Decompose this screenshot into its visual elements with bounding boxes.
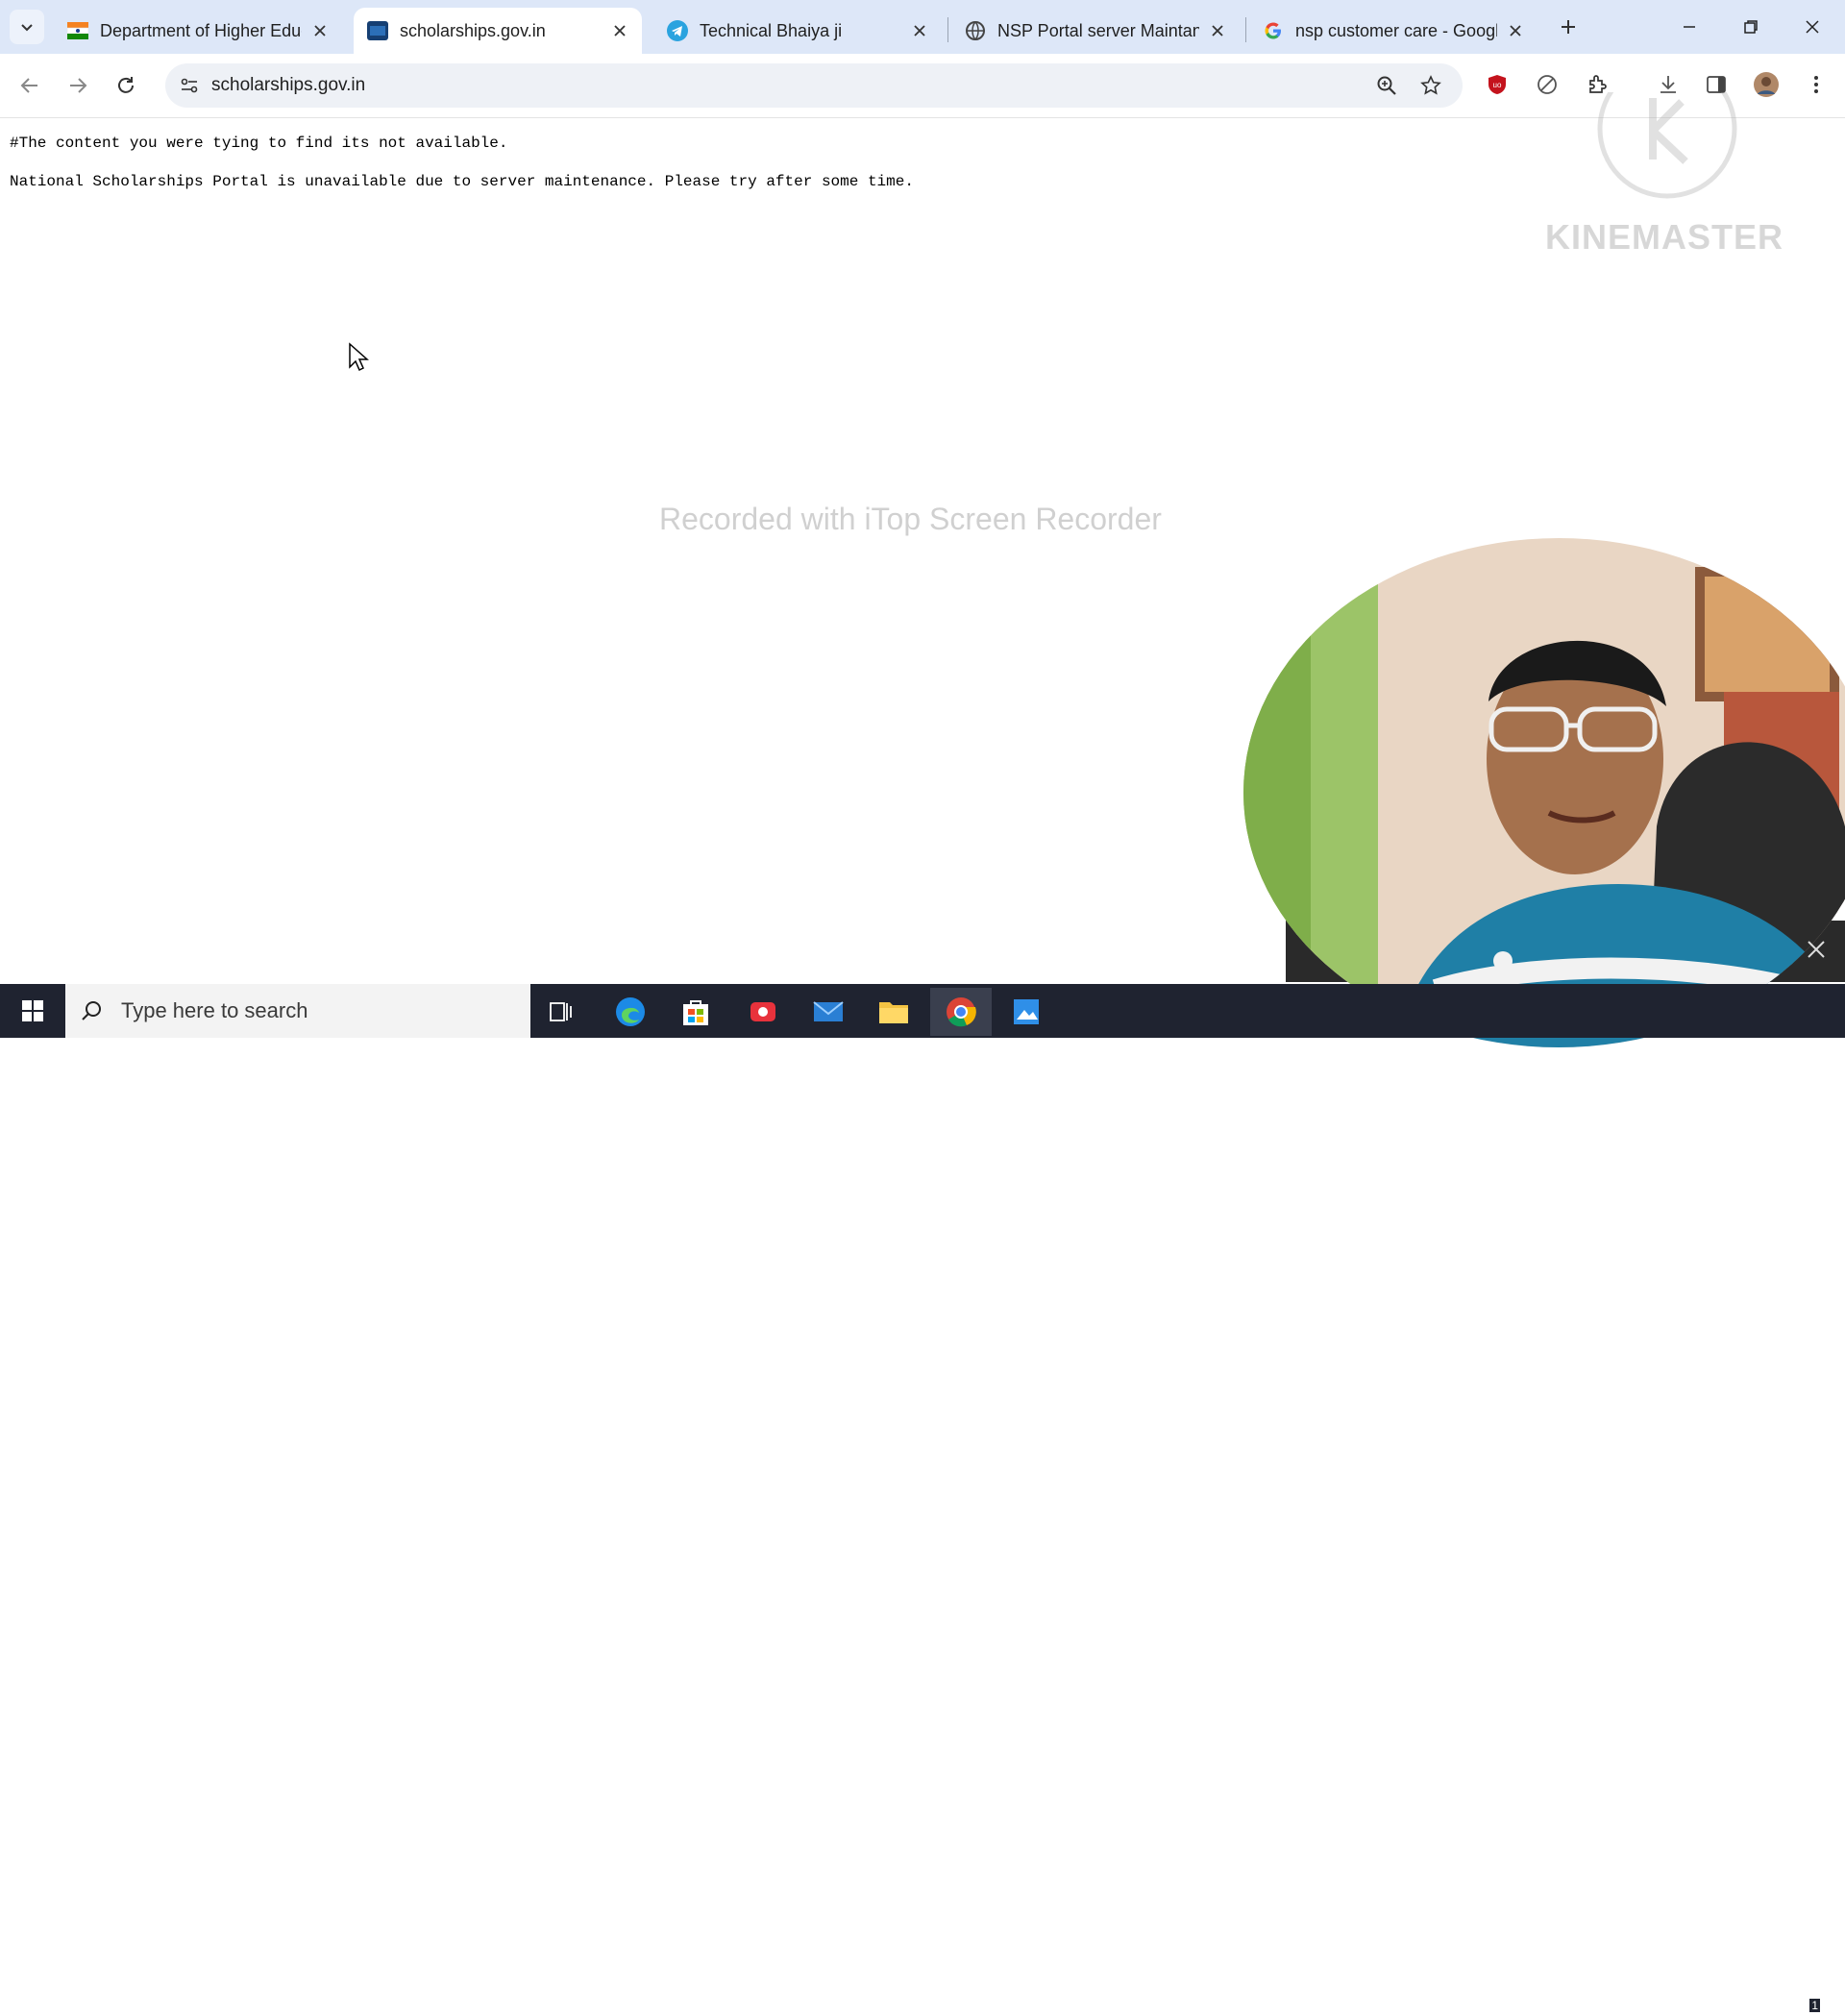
- tab-nsp-customer-care[interactable]: nsp customer care - Google: [1249, 8, 1538, 54]
- tab-strip: Department of Higher Educa scholarships.…: [0, 0, 1845, 54]
- recorder-watermark: Recorded with iTop Screen Recorder: [659, 502, 1162, 536]
- url-text[interactable]: scholarships.gov.in: [211, 75, 365, 96]
- reload-button[interactable]: [108, 67, 144, 104]
- minimize-button[interactable]: [1662, 8, 1716, 46]
- notification-center-button[interactable]: 1: [1787, 1978, 1826, 2016]
- webcam-feed-image: [1243, 538, 1845, 1047]
- search-icon: [82, 1001, 101, 1020]
- tab-divider: [1245, 17, 1246, 42]
- close-tab-icon[interactable]: [609, 20, 630, 41]
- language-indicator[interactable]: IN: [1643, 1997, 1657, 2012]
- start-button[interactable]: [8, 984, 58, 1038]
- photos-app[interactable]: [996, 988, 1057, 1036]
- telegram-icon: [667, 20, 688, 41]
- nsp-icon: [367, 21, 388, 40]
- tab-nsp-maintenance[interactable]: NSP Portal server Maintanan: [951, 8, 1240, 54]
- tab-higher-education[interactable]: Department of Higher Educa: [54, 8, 342, 54]
- chevron-down-icon: [21, 24, 33, 32]
- windows-logo-icon: [22, 1000, 43, 1021]
- close-window-button[interactable]: [1785, 8, 1839, 46]
- new-tab-button[interactable]: [1553, 12, 1584, 42]
- edge-app[interactable]: [600, 988, 661, 1036]
- close-tab-icon[interactable]: [1207, 20, 1228, 41]
- close-icon: [1806, 20, 1819, 34]
- tab-title: scholarships.gov.in: [400, 20, 546, 40]
- bookmark-star-icon[interactable]: [1416, 71, 1445, 100]
- recorder-icon: [750, 1002, 775, 1021]
- arrow-left-icon: [20, 78, 37, 93]
- photos-icon: [1014, 999, 1039, 1024]
- not-available-message: #The content you were tying to find its …: [10, 135, 508, 152]
- site-settings-icon[interactable]: [175, 71, 204, 100]
- webcam-overlay: [1243, 538, 1845, 1047]
- plus-icon: [1562, 20, 1575, 34]
- store-app[interactable]: [665, 988, 726, 1036]
- tab-technical-bhaiya[interactable]: Technical Bhaiya ji: [653, 8, 942, 54]
- task-view-button[interactable]: [530, 988, 592, 1036]
- clock-date: 08-05-2024: [1700, 1991, 1774, 2007]
- chrome-icon: [947, 997, 976, 1027]
- reload-icon: [118, 77, 134, 93]
- tab-title: Technical Bhaiya ji: [700, 20, 843, 40]
- tab-search-button[interactable]: [10, 10, 44, 44]
- minimize-icon: [1684, 26, 1695, 28]
- windows-taskbar: Type here to search IN 3:00 08-05-2024 1: [0, 984, 1845, 2012]
- arrow-right-icon: [70, 78, 87, 93]
- restore-button[interactable]: [1724, 8, 1778, 46]
- close-icon: [1808, 941, 1825, 958]
- edge-icon: [616, 997, 645, 1026]
- tab-title: nsp customer care - Google: [1295, 20, 1497, 40]
- ublock-extension-icon[interactable]: uo: [1480, 67, 1514, 102]
- tab-divider: [947, 17, 948, 42]
- google-icon: [1265, 22, 1281, 39]
- folder-icon: [879, 1002, 908, 1023]
- chrome-app[interactable]: [930, 988, 992, 1036]
- kinemaster-watermark: KINEMASTER: [1545, 217, 1784, 257]
- address-bar[interactable]: scholarships.gov.in: [165, 63, 1463, 108]
- mail-app[interactable]: [798, 988, 859, 1036]
- svg-text:uo: uo: [1493, 81, 1502, 89]
- mouse-cursor-icon: [349, 342, 369, 372]
- taskbar-search-box[interactable]: Type here to search: [65, 984, 530, 1038]
- restore-icon: [1744, 20, 1758, 34]
- mail-icon: [813, 1001, 844, 1021]
- close-tab-icon[interactable]: [909, 20, 930, 41]
- close-tab-icon[interactable]: [309, 20, 331, 41]
- notification-count: 1: [1809, 1999, 1820, 2012]
- file-explorer-app[interactable]: [863, 988, 924, 1036]
- menu-kebab-button[interactable]: [1799, 67, 1833, 102]
- close-tab-icon[interactable]: [1505, 20, 1526, 41]
- store-icon: [683, 1000, 708, 1025]
- more-vert-icon: [1814, 76, 1818, 93]
- clock-time: 3:00: [1745, 1976, 1774, 1992]
- back-button[interactable]: [12, 67, 48, 104]
- task-view-icon: [550, 1002, 572, 1021]
- webcam-close-button[interactable]: [1799, 932, 1833, 967]
- tab-title: NSP Portal server Maintanan: [997, 20, 1199, 40]
- search-placeholder: Type here to search: [121, 998, 308, 1022]
- globe-icon: [966, 21, 985, 40]
- forward-button[interactable]: [60, 67, 96, 104]
- tab-title: Department of Higher Educa: [100, 20, 302, 40]
- maintenance-message: National Scholarships Portal is unavaila…: [10, 173, 914, 190]
- zoom-icon[interactable]: [1372, 71, 1401, 100]
- tab-scholarships[interactable]: scholarships.gov.in: [354, 8, 642, 54]
- system-clock[interactable]: 3:00 08-05-2024: [1684, 1976, 1774, 2007]
- india-flag-icon: [67, 22, 88, 39]
- screen-recorder-app[interactable]: [732, 988, 794, 1036]
